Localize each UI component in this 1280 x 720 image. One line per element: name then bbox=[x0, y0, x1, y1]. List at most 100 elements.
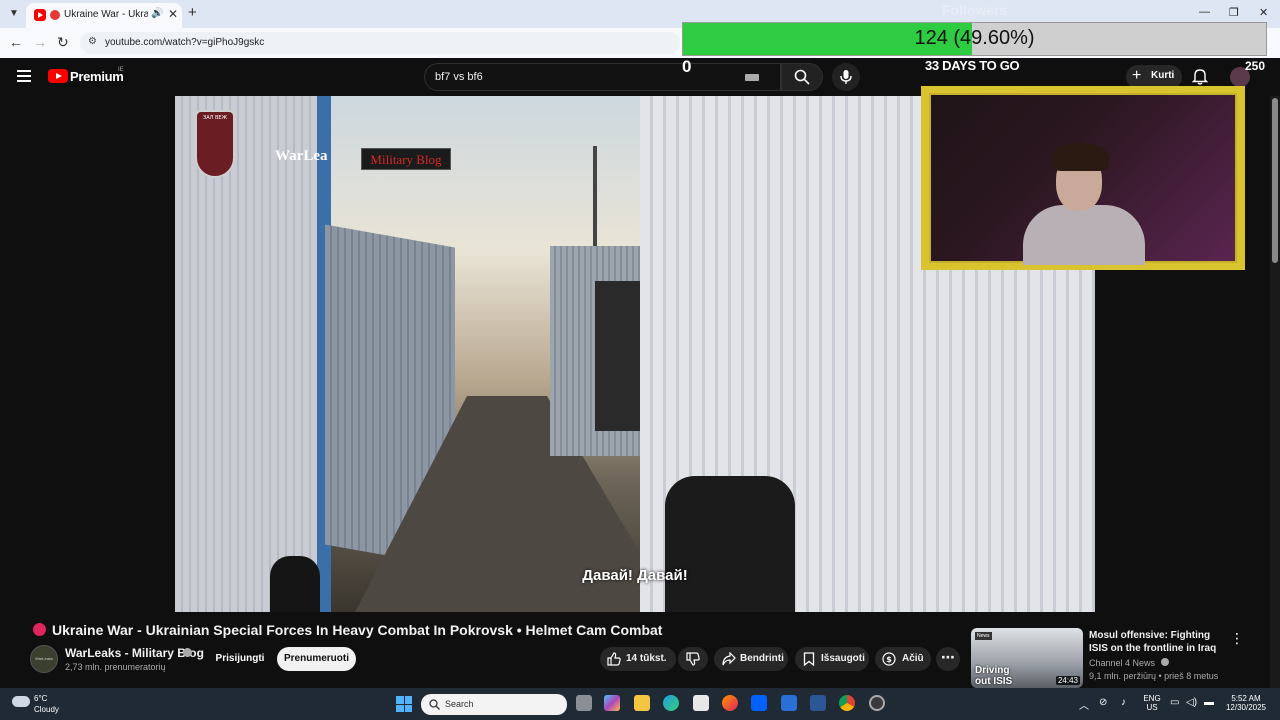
search-icon bbox=[794, 69, 810, 85]
streamer-hair bbox=[1051, 143, 1109, 171]
like-count: 14 tūkst. bbox=[626, 653, 667, 664]
minimize-icon[interactable]: — bbox=[1199, 6, 1210, 18]
battery-icon[interactable]: ▬ bbox=[1204, 697, 1214, 708]
close-window-icon[interactable]: ✕ bbox=[1259, 6, 1268, 19]
recommended-channel-name: Channel 4 News bbox=[1089, 658, 1156, 668]
light-tower bbox=[593, 146, 597, 246]
recording-dot-icon bbox=[50, 10, 60, 20]
language-code: ENG bbox=[1143, 694, 1161, 703]
channel-avatar-text: WarLeaks bbox=[35, 656, 53, 661]
rifle-right bbox=[665, 476, 795, 612]
keyboard-icon[interactable] bbox=[745, 74, 759, 81]
thumbs-up-icon bbox=[607, 652, 621, 666]
tray-chevron-icon[interactable]: ︿ bbox=[1079, 697, 1089, 712]
microphone-icon[interactable]: ♪ bbox=[1121, 697, 1126, 708]
share-label: Bendrinti bbox=[740, 653, 784, 664]
restore-icon[interactable]: ❐ bbox=[1229, 6, 1239, 19]
site-info-icon[interactable]: ⚙ bbox=[88, 36, 97, 47]
weather-temperature[interactable]: 6°C bbox=[34, 694, 47, 703]
thanks-button[interactable]: $ Ačiū bbox=[875, 647, 931, 671]
verified-badge-icon bbox=[183, 648, 192, 657]
plus-icon: + bbox=[1132, 67, 1142, 84]
video-title: Ukraine War - Ukrainian Special Forces I… bbox=[52, 622, 663, 638]
browser-tab[interactable]: Ukraine War - Ukrainian 🔊 ✕ bbox=[26, 3, 182, 28]
rifle-left bbox=[270, 556, 320, 612]
start-menu-icon[interactable] bbox=[396, 696, 412, 712]
svg-text:$: $ bbox=[886, 655, 892, 664]
tab-search-icon[interactable]: ▼ bbox=[6, 6, 22, 22]
edge-icon[interactable] bbox=[663, 695, 679, 711]
url-text[interactable]: youtube.com/watch?v=giPhoJ9gskc bbox=[105, 37, 264, 48]
search-query[interactable]: bf7 vs bf6 bbox=[435, 71, 483, 83]
search-input[interactable]: bf7 vs bf6 bbox=[424, 63, 781, 91]
streamer-body bbox=[1023, 205, 1145, 265]
share-button[interactable]: Bendrinti bbox=[714, 647, 788, 671]
watermark-badge-text: Military Blog bbox=[370, 152, 442, 167]
chrome-icon[interactable] bbox=[839, 695, 855, 711]
join-button[interactable]: Prisijungti bbox=[208, 647, 272, 671]
cloud-icon[interactable] bbox=[12, 696, 30, 707]
copilot-icon[interactable] bbox=[604, 695, 620, 711]
menu-icon[interactable] bbox=[17, 70, 31, 82]
country-code: IE bbox=[118, 67, 124, 73]
microphone-icon bbox=[840, 70, 852, 84]
more-actions-icon[interactable]: ⋯ bbox=[936, 647, 960, 671]
reload-icon[interactable]: ↻ bbox=[57, 34, 69, 51]
speaker-icon[interactable]: 🔊 bbox=[151, 8, 163, 19]
recommended-channel[interactable]: Channel 4 News bbox=[1089, 658, 1169, 668]
tab-title: Ukraine War - Ukrainian bbox=[64, 9, 148, 20]
notifications-bell-icon[interactable] bbox=[1192, 68, 1208, 85]
recommended-video-thumbnail[interactable]: News Driving out ISIS 24:43 bbox=[971, 628, 1083, 688]
voice-search-button[interactable] bbox=[832, 63, 860, 91]
taskbar-search-input[interactable]: Search bbox=[421, 694, 567, 715]
create-label: Kurti bbox=[1151, 70, 1175, 81]
subscribe-button[interactable]: Prenumeruoti bbox=[277, 647, 356, 671]
channel-avatar[interactable]: WarLeaks bbox=[30, 645, 58, 673]
save-label: Išsaugoti bbox=[821, 653, 865, 664]
followers-title: Followers bbox=[942, 2, 1008, 18]
bookmark-icon bbox=[803, 652, 815, 666]
app-icon[interactable] bbox=[781, 695, 797, 711]
dropbox-icon[interactable] bbox=[751, 695, 767, 711]
save-button[interactable]: Išsaugoti bbox=[795, 647, 869, 671]
back-arrow-icon[interactable]: ← bbox=[9, 34, 23, 50]
close-tab-icon[interactable]: ✕ bbox=[168, 7, 178, 21]
keyboard-layout: US bbox=[1146, 703, 1158, 712]
page-scrollbar[interactable] bbox=[1270, 96, 1280, 690]
clock[interactable]: 5:52 AM 12/30/2025 bbox=[1222, 694, 1270, 712]
store-icon[interactable] bbox=[693, 695, 709, 711]
obs-icon[interactable] bbox=[869, 695, 885, 711]
youtube-logo-icon[interactable] bbox=[48, 69, 68, 83]
weather-condition[interactable]: Cloudy bbox=[34, 705, 59, 714]
dislike-button[interactable] bbox=[678, 647, 708, 671]
language-indicator[interactable]: ENG US bbox=[1140, 694, 1164, 712]
like-button[interactable]: 14 tūkst. bbox=[600, 647, 676, 671]
task-view-icon[interactable] bbox=[576, 695, 592, 711]
recommended-video-title[interactable]: Mosul offensive: Fighting ISIS on the fr… bbox=[1089, 629, 1224, 655]
search-button[interactable] bbox=[781, 63, 823, 91]
recommended-meta: 9,1 mln. peržiūrų • prieš 8 metus bbox=[1089, 671, 1219, 681]
omnibox[interactable]: ⚙ youtube.com/watch?v=giPhoJ9gskc bbox=[80, 32, 680, 54]
trailer-doorway bbox=[595, 281, 645, 431]
file-explorer-icon[interactable] bbox=[634, 695, 650, 711]
youtube-favicon-icon bbox=[34, 9, 46, 21]
scrollbar-thumb[interactable] bbox=[1272, 98, 1278, 263]
display-icon[interactable]: ▭ bbox=[1170, 697, 1179, 708]
youtube-brand[interactable]: Premium bbox=[70, 69, 124, 84]
channel-subscribers: 2,73 mln. prenumeratorių bbox=[65, 662, 166, 672]
thanks-label: Ačiū bbox=[902, 653, 924, 664]
video-duration: 24:43 bbox=[1055, 676, 1080, 685]
network-icon[interactable]: ⊘ bbox=[1099, 697, 1107, 708]
kebab-menu-icon[interactable]: ⋮ bbox=[1230, 630, 1244, 647]
forward-arrow-icon[interactable]: → bbox=[33, 34, 47, 50]
thumbnail-caption-line-2: out ISIS bbox=[975, 676, 1013, 687]
new-tab-button[interactable]: + bbox=[188, 4, 197, 21]
followers-count: 124 (49.60%) bbox=[914, 27, 1035, 49]
search-icon bbox=[429, 699, 440, 710]
remote-desktop-icon[interactable] bbox=[810, 695, 826, 711]
live-indicator-icon bbox=[33, 623, 46, 636]
followers-goal-bar: 124 (49.60%) bbox=[682, 22, 1267, 56]
firefox-icon[interactable] bbox=[722, 695, 738, 711]
left-container-wall bbox=[175, 96, 325, 612]
volume-icon[interactable]: ◁) bbox=[1186, 697, 1197, 708]
